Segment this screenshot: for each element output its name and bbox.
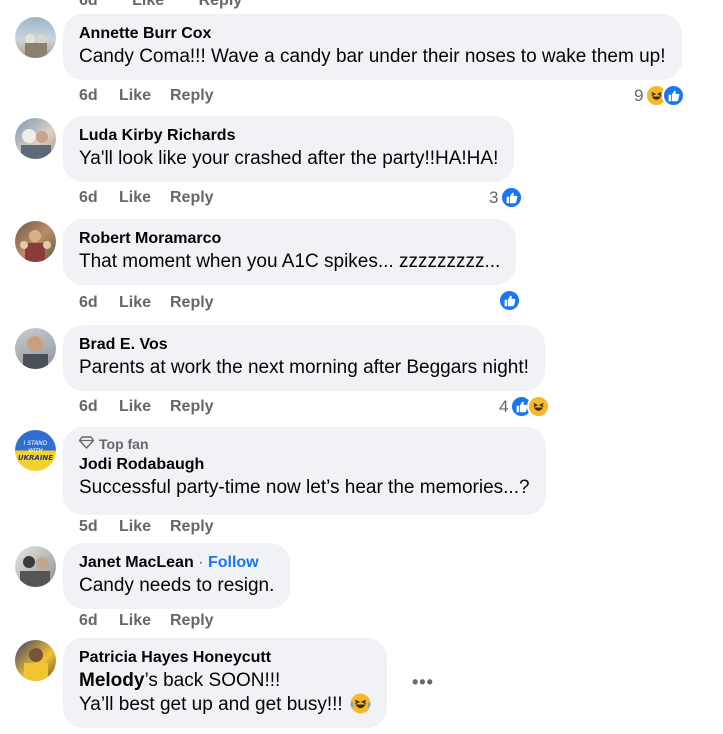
top-fan-badge: Top fan xyxy=(78,434,530,454)
author-name[interactable]: Patricia Hayes Honeycutt xyxy=(79,647,371,669)
author-name[interactable]: Janet MacLean xyxy=(79,554,194,571)
comment-actions: 6d Like Reply xyxy=(79,294,214,312)
comment-bubble: Robert Moramarco That moment when you A1… xyxy=(63,219,517,285)
follow-link[interactable]: Follow xyxy=(208,554,259,571)
reaction-count: 9 xyxy=(634,85,644,105)
comment-text: Ya’ll best get up and get busy!!! xyxy=(79,694,343,715)
diamond-icon xyxy=(78,434,95,454)
avatar[interactable] xyxy=(15,546,56,587)
separator-dot: · xyxy=(198,554,204,571)
author-name[interactable]: Jodi Rodabaugh xyxy=(79,454,530,476)
author-line: Janet MacLean · Follow xyxy=(79,552,274,574)
avatar[interactable] xyxy=(15,118,56,159)
reply-link[interactable]: Reply xyxy=(170,398,214,416)
comment-text-line: Ya’ll best get up and get busy!!! xyxy=(79,693,371,721)
like-link[interactable]: Like xyxy=(119,518,170,536)
crying-laughing-emoji-icon xyxy=(350,693,371,721)
comment-bubble: Janet MacLean · Follow Candy needs to re… xyxy=(63,543,291,609)
comment-bubble: Patricia Hayes Honeycutt Melody’s back S… xyxy=(63,638,387,728)
reply-link[interactable]: Reply xyxy=(170,518,214,536)
haha-reaction-icon xyxy=(527,395,551,418)
comment-text: Parents at work the next morning after B… xyxy=(79,357,529,378)
author-name[interactable]: Robert Moramarco xyxy=(79,228,500,250)
timestamp[interactable]: 5d xyxy=(79,518,119,536)
reaction-summary[interactable]: 4 xyxy=(499,395,551,418)
comment-bubble: Annette Burr Cox Candy Coma!!! Wave a ca… xyxy=(63,14,682,80)
like-link[interactable]: Like xyxy=(119,87,170,105)
comment-text: Successful party-time now let’s hear the… xyxy=(79,477,530,498)
timestamp[interactable]: 6d xyxy=(79,189,119,207)
timestamp[interactable]: 6d xyxy=(79,612,119,630)
like-reaction-icon xyxy=(500,186,524,209)
like-link[interactable]: Like xyxy=(132,0,164,9)
comment-text-line: Melody’s back SOON!!! xyxy=(79,669,371,693)
comment-actions: 5d Like Reply xyxy=(79,518,214,536)
like-reaction-icon xyxy=(662,84,686,107)
reply-link[interactable]: Reply xyxy=(170,612,214,630)
avatar[interactable] xyxy=(15,17,56,58)
timestamp[interactable]: 6d xyxy=(79,294,119,312)
reply-link[interactable]: Reply xyxy=(170,189,214,207)
more-options-button[interactable]: ••• xyxy=(412,672,434,693)
comment-actions: 6d Like Reply xyxy=(79,612,214,630)
timestamp[interactable]: 6d xyxy=(79,0,98,9)
reaction-summary[interactable]: 9 xyxy=(634,84,686,107)
comment-text: Ya'll look like your crashed after the p… xyxy=(79,148,499,169)
comment-actions: 6d Like Reply xyxy=(79,398,214,416)
avatar[interactable]: I STAND WITH UKRAINE xyxy=(15,430,56,471)
svg-text:I STAND: I STAND xyxy=(24,440,48,447)
avatar[interactable] xyxy=(15,328,56,369)
avatar[interactable] xyxy=(15,640,56,681)
timestamp[interactable]: 6d xyxy=(79,87,119,105)
comment-text: Candy needs to resign. xyxy=(79,575,275,596)
previous-comment-actions: 6d Like Reply xyxy=(79,0,272,10)
like-link[interactable]: Like xyxy=(119,398,170,416)
reply-link[interactable]: Reply xyxy=(170,87,214,105)
reaction-summary[interactable] xyxy=(498,289,521,312)
like-link[interactable]: Like xyxy=(119,612,170,630)
comment-text: Candy Coma!!! Wave a candy bar under the… xyxy=(79,46,666,67)
like-reaction-icon xyxy=(498,289,521,312)
mention-tag[interactable]: Melody xyxy=(79,670,144,691)
comment-bubble: Top fan Jodi Rodabaugh Successful party-… xyxy=(63,427,546,515)
comment-text: That moment when you A1C spikes... zzzzz… xyxy=(79,251,501,272)
reaction-summary[interactable]: 3 xyxy=(489,186,524,209)
reply-link[interactable]: Reply xyxy=(170,294,214,312)
reaction-count: 4 xyxy=(499,396,509,416)
author-name[interactable]: Annette Burr Cox xyxy=(79,23,666,45)
badge-label: Top fan xyxy=(99,436,149,452)
comment-bubble: Luda Kirby Richards Ya'll look like your… xyxy=(63,116,515,182)
reply-link[interactable]: Reply xyxy=(199,0,243,9)
comment-actions: 6d Like Reply xyxy=(79,189,214,207)
like-link[interactable]: Like xyxy=(119,189,170,207)
svg-text:UKRAINE: UKRAINE xyxy=(18,454,53,462)
comment-bubble: Brad E. Vos Parents at work the next mor… xyxy=(63,325,545,391)
comment-actions: 6d Like Reply xyxy=(79,87,214,105)
reaction-count: 3 xyxy=(489,187,499,207)
author-name[interactable]: Brad E. Vos xyxy=(79,334,529,356)
like-link[interactable]: Like xyxy=(119,294,170,312)
comment-text: ’s back SOON!!! xyxy=(144,670,281,691)
avatar[interactable] xyxy=(15,221,56,262)
author-name[interactable]: Luda Kirby Richards xyxy=(79,125,498,147)
timestamp[interactable]: 6d xyxy=(79,398,119,416)
